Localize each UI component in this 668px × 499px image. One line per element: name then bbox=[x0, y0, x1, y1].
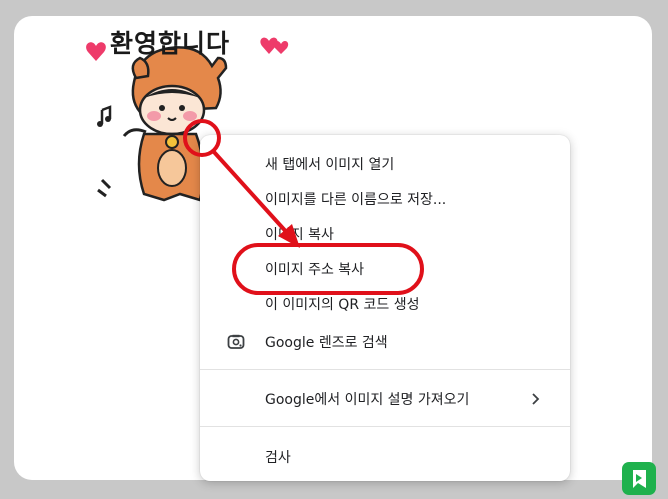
menu-item-open-image-new-tab[interactable]: 새 탭에서 이미지 열기 bbox=[200, 147, 570, 181]
menu-item-label: 새 탭에서 이미지 열기 bbox=[265, 157, 395, 173]
menu-separator bbox=[200, 369, 570, 370]
menu-item-copy-image[interactable]: 이미지 복사 bbox=[200, 217, 570, 251]
logo-icon bbox=[633, 470, 646, 488]
menu-item-search-google-lens[interactable]: Google 렌즈로 검색 bbox=[200, 325, 570, 359]
menu-item-label: 검사 bbox=[265, 450, 291, 466]
menu-item-label: Google 렌즈로 검색 bbox=[265, 335, 388, 351]
menu-item-get-image-description[interactable]: Google에서 이미지 설명 가져오기 bbox=[200, 382, 570, 416]
menu-item-label: 이미지 복사 bbox=[265, 227, 334, 243]
menu-item-save-image-as[interactable]: 이미지를 다른 이름으로 저장... bbox=[200, 182, 570, 216]
menu-item-create-qr-code[interactable]: 이 이미지의 QR 코드 생성 bbox=[200, 287, 570, 321]
menu-item-copy-image-address[interactable]: 이미지 주소 복사 bbox=[200, 252, 570, 286]
lens-icon bbox=[227, 334, 245, 349]
image-context-menu: 새 탭에서 이미지 열기 이미지를 다른 이름으로 저장... 이미지 복사 이… bbox=[200, 135, 570, 481]
menu-item-label: Google에서 이미지 설명 가져오기 bbox=[265, 392, 470, 408]
welcome-sticker-text: 환영합니다 bbox=[110, 29, 231, 58]
menu-item-inspect[interactable]: 검사 bbox=[200, 440, 570, 474]
menu-separator bbox=[200, 426, 570, 427]
heart-icon bbox=[273, 41, 289, 54]
chevron-right-icon bbox=[532, 393, 540, 405]
menu-item-label: 이 이미지의 QR 코드 생성 bbox=[265, 297, 420, 313]
menu-item-label: 이미지를 다른 이름으로 저장... bbox=[265, 192, 447, 208]
heart-icon bbox=[86, 42, 106, 61]
menu-item-label: 이미지 주소 복사 bbox=[265, 262, 365, 278]
app-logo bbox=[622, 462, 656, 495]
